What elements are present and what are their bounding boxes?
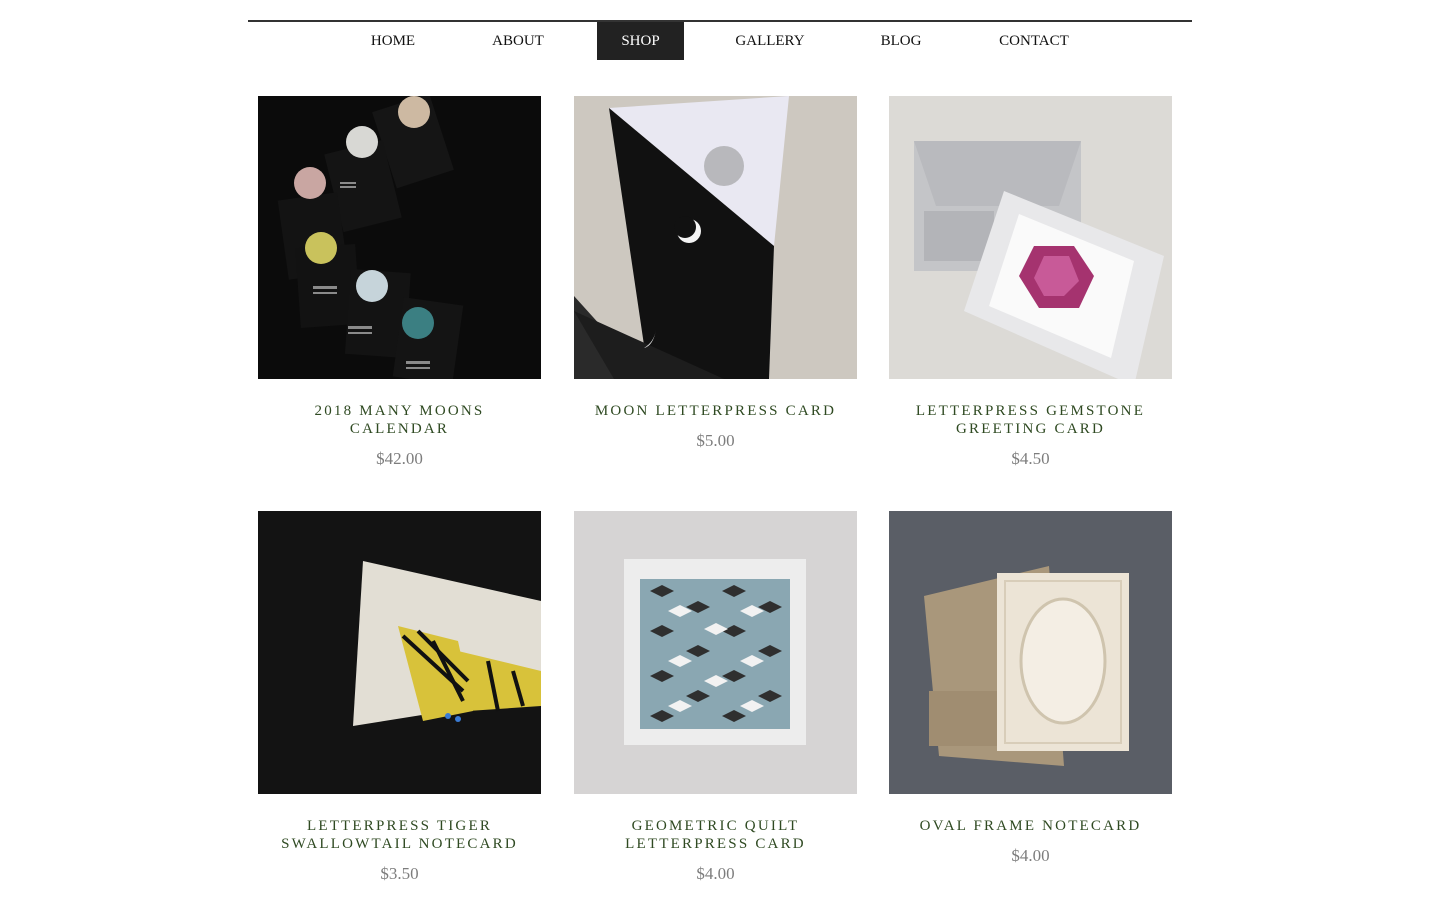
- quilt-card-image[interactable]: [574, 511, 857, 794]
- product-card[interactable]: Letterpress Tiger Swallowtail Notecard $…: [258, 511, 541, 884]
- product-title[interactable]: Geometric Quilt Letterpress Card: [574, 817, 857, 853]
- product-card[interactable]: 2018 Many Moons Calendar $42.00: [258, 96, 541, 469]
- product-price: $4.50: [1011, 449, 1050, 468]
- product-price: $4.00: [1011, 846, 1050, 865]
- moon-card-image[interactable]: [574, 96, 857, 379]
- product-card[interactable]: Geometric Quilt Letterpress Card $4.00: [574, 511, 857, 884]
- gemstone-card-image[interactable]: [889, 96, 1172, 379]
- product-price: $3.50: [380, 864, 419, 883]
- product-title[interactable]: Oval Frame Notecard: [889, 817, 1172, 835]
- product-price: $5.00: [696, 431, 735, 450]
- product-title[interactable]: Letterpress Gemstone Greeting Card: [889, 402, 1172, 438]
- product-card[interactable]: Letterpress Gemstone Greeting Card $4.50: [889, 96, 1172, 469]
- product-grid: 2018 Many Moons Calendar $42.00 Moon Let…: [0, 0, 1440, 900]
- product-title[interactable]: Letterpress Tiger Swallowtail Notecard: [258, 817, 541, 853]
- oval-frame-notecard-image[interactable]: [889, 511, 1172, 794]
- moon-calendar-image[interactable]: [258, 96, 541, 379]
- product-card[interactable]: Oval Frame Notecard $4.00: [889, 511, 1172, 866]
- product-title[interactable]: 2018 Many Moons Calendar: [258, 402, 541, 438]
- product-price: $42.00: [376, 449, 423, 468]
- product-price: $4.00: [696, 864, 735, 883]
- product-title[interactable]: Moon Letterpress Card: [574, 402, 857, 420]
- butterfly-notecard-image[interactable]: [258, 511, 541, 794]
- product-card[interactable]: Moon Letterpress Card $5.00: [574, 96, 857, 451]
